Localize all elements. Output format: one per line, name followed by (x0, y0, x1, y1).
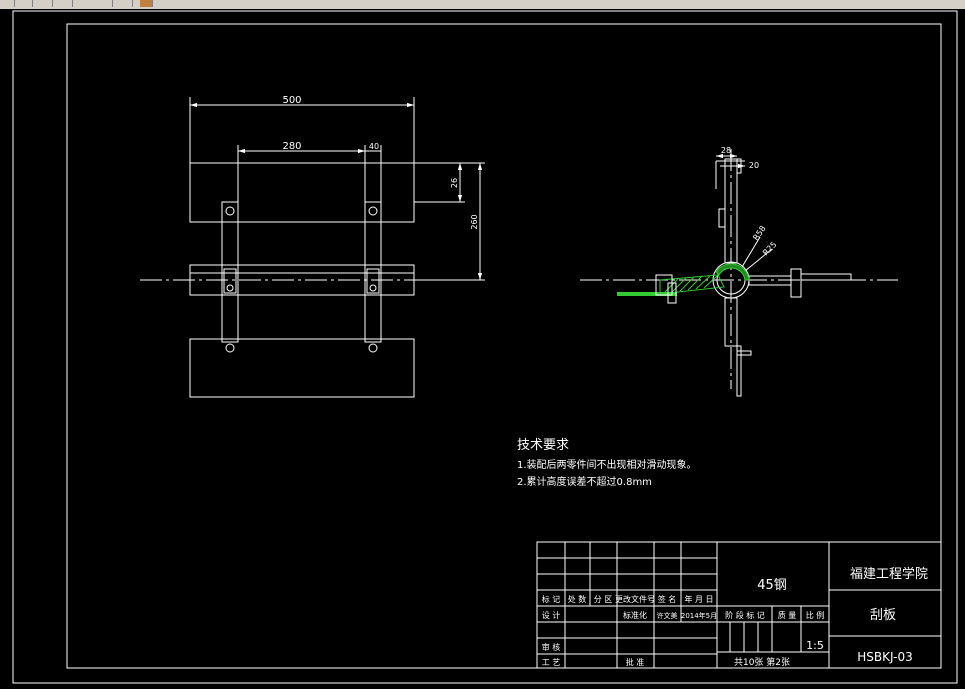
note-item: 1.装配后两零件间不出现相对滑动现象。 (517, 458, 697, 471)
bottom-plate (189, 338, 415, 398)
header-cell: 年 月 日 (684, 594, 713, 604)
side-tab (736, 350, 752, 356)
standard-label: 标准化 (623, 610, 647, 620)
side-tab (718, 208, 726, 228)
date-value: 2014年5月 (681, 611, 717, 620)
toolbar-button[interactable] (20, 0, 33, 7)
dim-top-b-label: 20 (749, 161, 759, 170)
toolbar-button[interactable] (140, 0, 153, 7)
stage-label: 阶 段 标 记 (725, 610, 765, 620)
school-name: 福建工程学院 (850, 566, 928, 582)
dim-radius-a-label: R58 (751, 224, 767, 242)
dim-overall-label: 500 (282, 95, 301, 106)
toolbar-button[interactable] (100, 0, 113, 7)
side-view (580, 149, 898, 397)
material: 45钢 (757, 578, 787, 593)
bolt-hole (225, 206, 235, 216)
header-cell: 处 数 (568, 594, 587, 604)
sheet-outer-border (12, 10, 958, 684)
pipe-hatch (715, 263, 750, 281)
bolt-hole (369, 284, 377, 292)
drawing-number: HSBKJ-03 (857, 650, 912, 664)
front-view (140, 97, 485, 398)
weight-label: 质 量 (778, 610, 797, 620)
arm-tab (790, 268, 802, 298)
drawing-canvas[interactable]: 500 280 40 26 260 28 20 R58 R25 技术要求 1.装… (0, 9, 965, 689)
side-view-labels: 28 20 R58 R25 (721, 146, 779, 257)
dim-height-large-label: 260 (470, 214, 479, 229)
design-label: 设 计 (542, 610, 561, 620)
dim-height-small-label: 26 (450, 178, 459, 188)
dim-inner-label: 280 (282, 141, 301, 152)
dim-top-a-label: 28 (721, 146, 731, 155)
approve-label: 批 准 (626, 657, 645, 667)
dim-rod-label: 40 (369, 142, 379, 151)
hatched-section (617, 263, 750, 304)
toolbar-button[interactable] (40, 0, 53, 7)
scale-label: 比 例 (806, 610, 825, 620)
arm-plate-right (800, 273, 852, 281)
toolbar-button[interactable] (2, 0, 15, 7)
toolbar-strip (0, 0, 965, 9)
sheet-count: 共10张 第2张 (734, 656, 790, 668)
process-label: 工 艺 (542, 658, 561, 667)
notes-heading: 技术要求 (517, 438, 569, 453)
header-cell: 签 名 (658, 594, 677, 604)
title-block-text: 45钢 福建工程学院 刮板 HSBKJ-03 1:5 共10张 第2张 阶 段 … (542, 566, 928, 668)
part-name: 刮板 (870, 608, 896, 623)
bolt-hole (226, 284, 234, 292)
note-item: 2.累计高度误差不超过0.8mm (517, 475, 652, 488)
bolt-hole (368, 206, 378, 216)
bolt-hole (225, 343, 235, 353)
scraper-blade (736, 345, 742, 397)
standard-value: 许文美 (657, 611, 678, 620)
dim-radius-b-label: R25 (761, 240, 779, 258)
sheet-inner-border (66, 23, 942, 669)
top-plate (189, 162, 415, 223)
toolbar-button[interactable] (120, 0, 133, 7)
scale-value: 1:5 (806, 639, 824, 652)
bolt-hole (368, 343, 378, 353)
review-label: 审 核 (542, 642, 561, 652)
header-cell: 标 记 (542, 594, 561, 604)
technical-notes: 技术要求 1.装配后两零件间不出现相对滑动现象。 2.累计高度误差不超过0.8m… (517, 438, 697, 488)
header-cell: 分 区 (594, 595, 613, 604)
toolbar-button[interactable] (60, 0, 73, 7)
header-cell: 更改文件号 (615, 594, 655, 604)
